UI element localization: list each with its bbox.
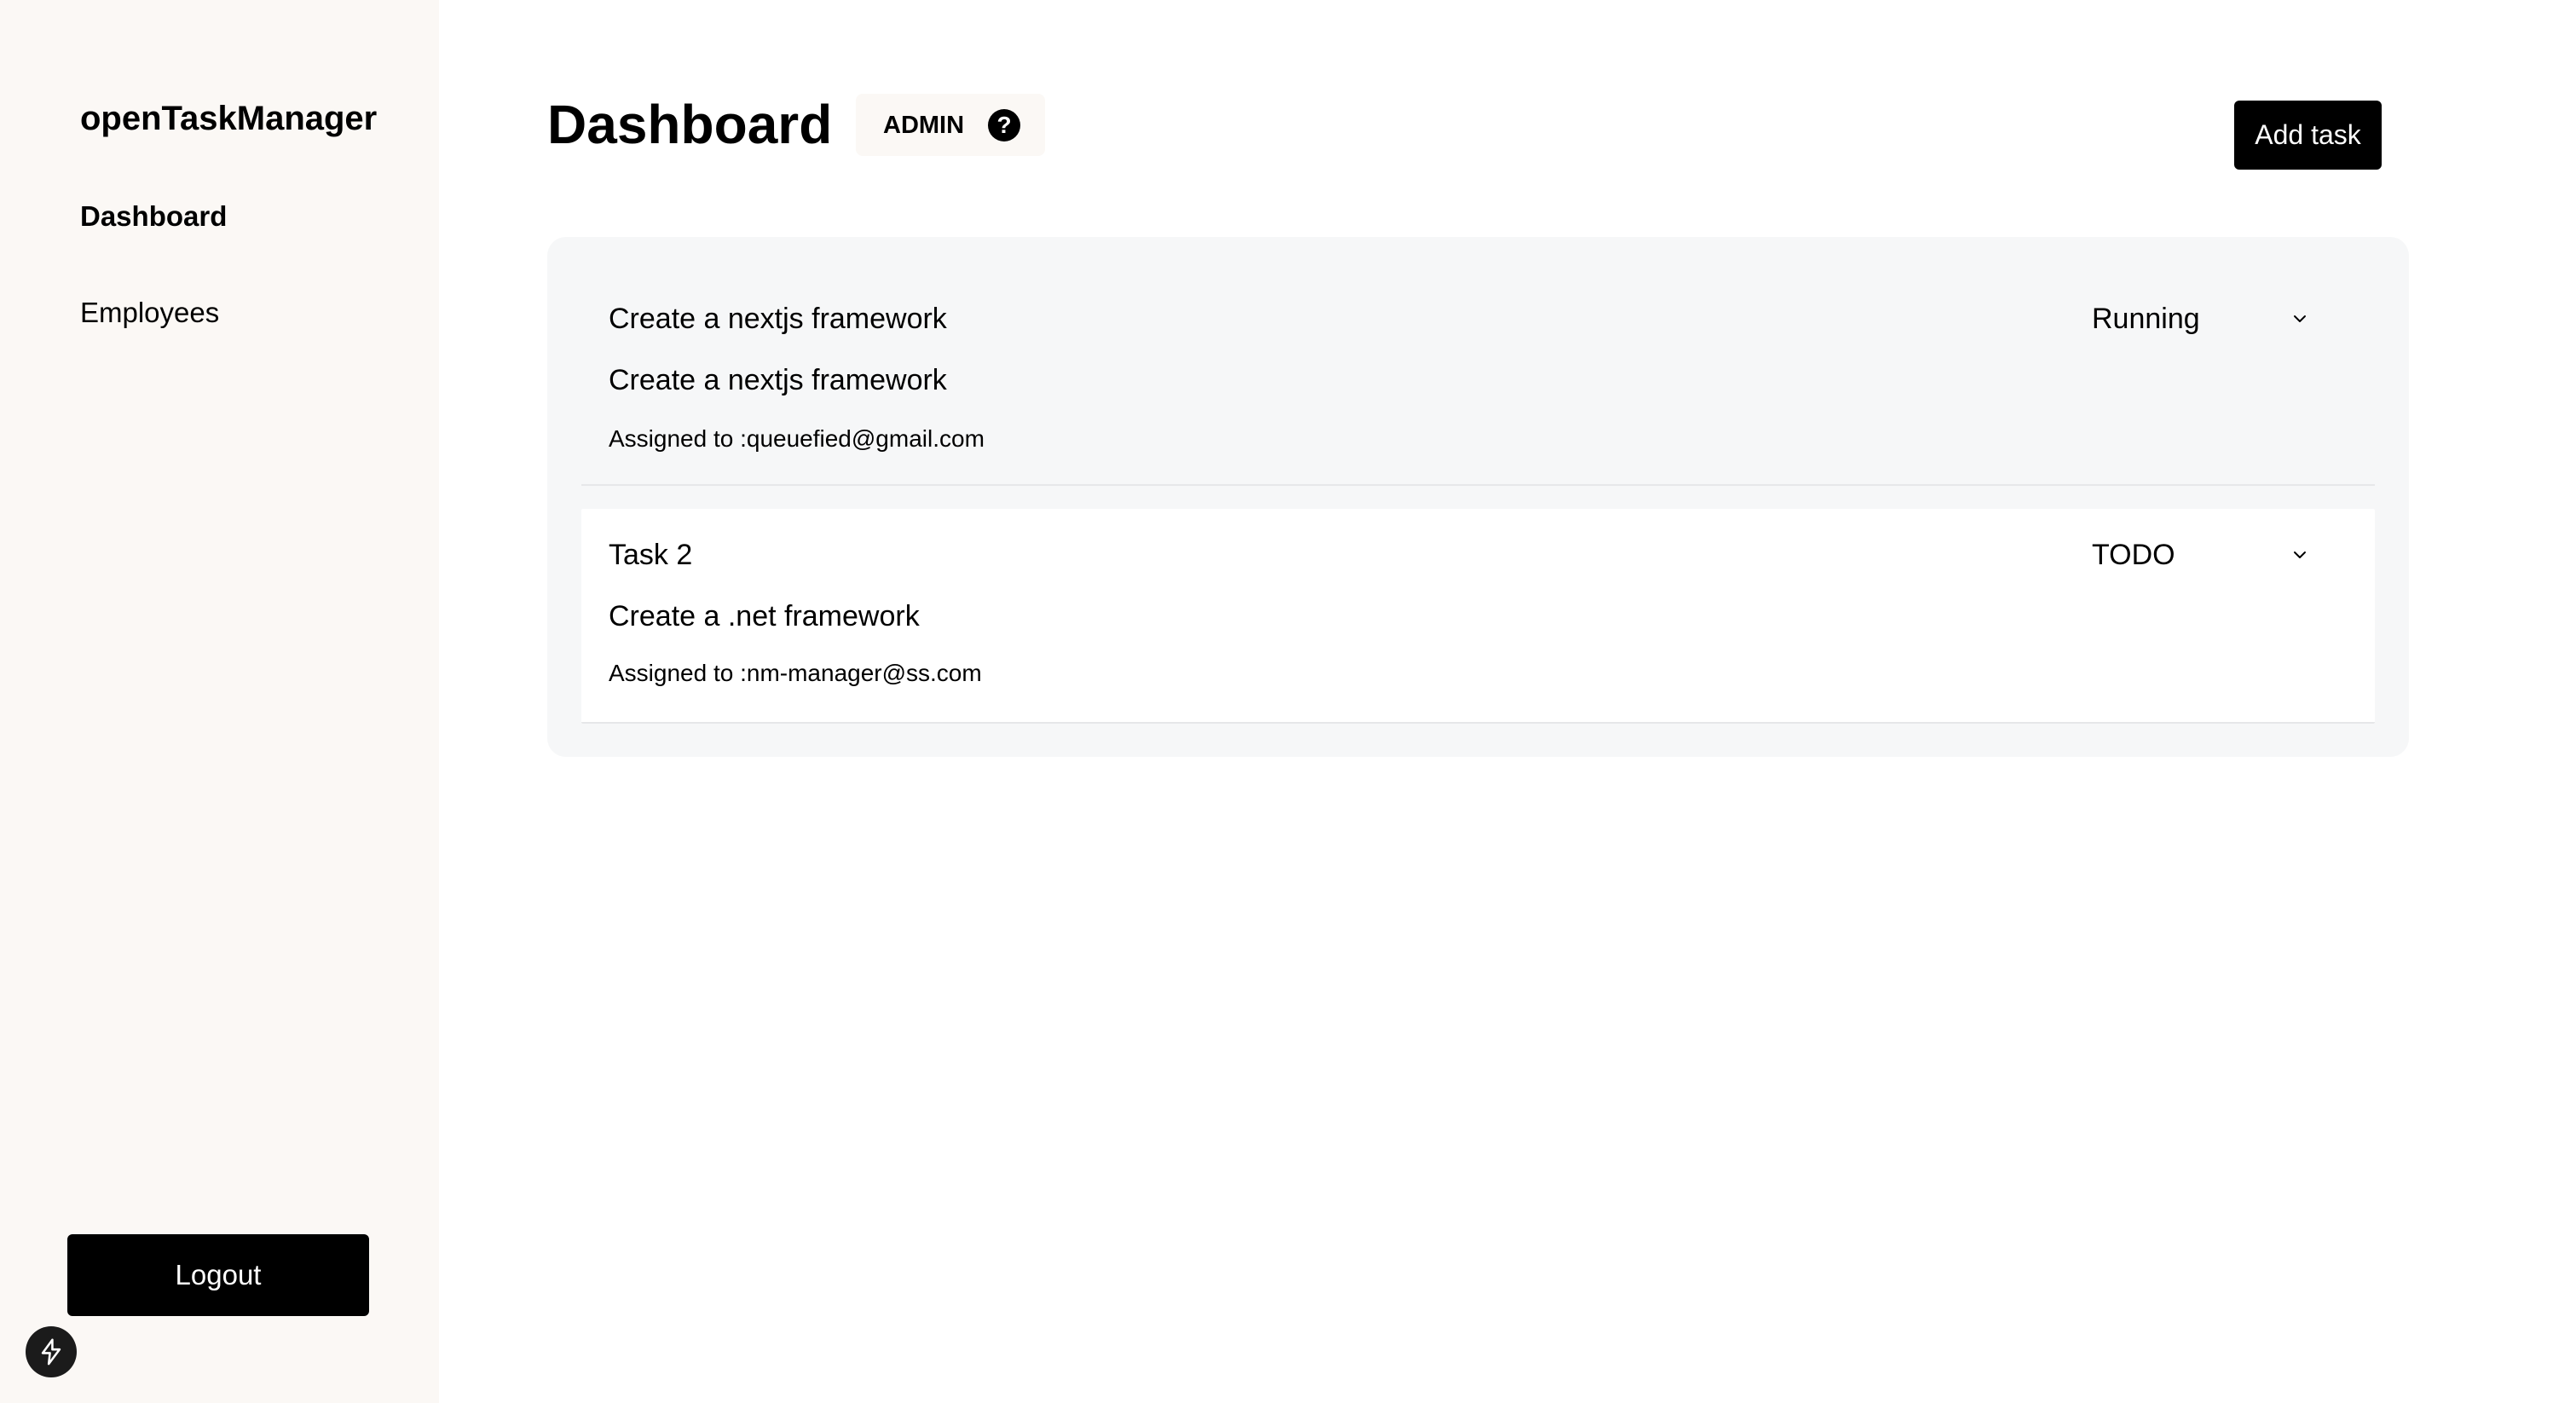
role-badge: ADMIN ? [856, 94, 1045, 156]
task-list: Create a nextjs framework Create a nextj… [547, 237, 2409, 757]
status-select[interactable]: TODO [2092, 534, 2324, 575]
task-description: Create a nextjs framework [609, 364, 947, 396]
page-title: Dashboard [547, 94, 833, 155]
task-assignee: Assigned to :nm-manager@ss.com [609, 660, 982, 686]
chevron-down-icon [2294, 315, 2306, 322]
sidebar-item-label: Dashboard [80, 200, 228, 232]
sidebar-item-employees[interactable]: Employees [80, 296, 219, 330]
task-title: Task 2 [609, 539, 693, 571]
role-label: ADMIN [883, 111, 965, 139]
status-select[interactable]: Running [2092, 298, 2324, 339]
bolt-icon-graphic [41, 1338, 61, 1365]
chevron-down-icon [2294, 551, 2306, 558]
status-value: TODO [2092, 539, 2175, 571]
sidebar-item-label: Employees [80, 297, 220, 328]
task-card: Create a nextjs framework Create a nextj… [581, 237, 2375, 486]
sidebar-item-dashboard[interactable]: Dashboard [80, 199, 227, 234]
app-brand: openTaskManager [80, 100, 378, 137]
task-description: Create a .net framework [609, 600, 920, 632]
status-value: Running [2092, 303, 2200, 335]
add-task-button[interactable]: Add task [2234, 101, 2382, 170]
task-assignee: Assigned to :queuefied@gmail.com [609, 425, 985, 452]
logout-button[interactable]: Logout [67, 1234, 369, 1316]
task-card: Task 2 Create a .net framework Assigned … [581, 509, 2375, 724]
task-title: Create a nextjs framework [609, 303, 947, 335]
sidebar: openTaskManager Dashboard Employees Logo… [0, 0, 439, 1403]
help-icon[interactable]: ? [988, 108, 1021, 141]
bolt-icon[interactable] [26, 1326, 77, 1377]
